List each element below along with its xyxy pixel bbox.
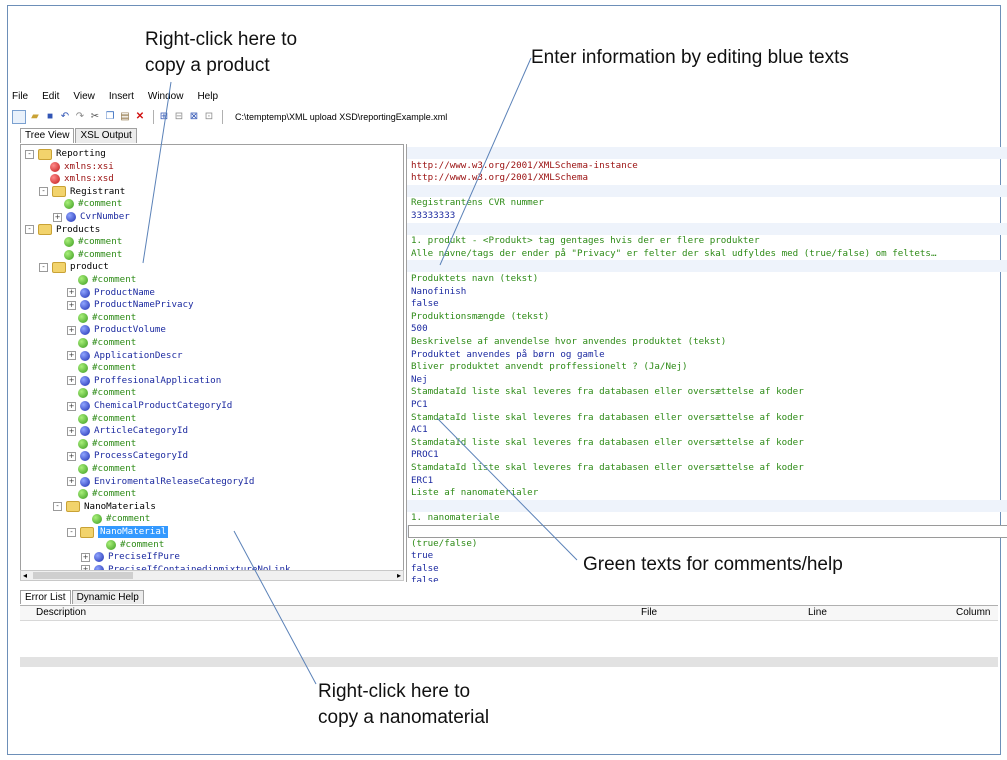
callout-lines bbox=[142, 57, 578, 685]
pointer-line-product bbox=[142, 81, 172, 264]
pointer-line-green bbox=[436, 417, 578, 561]
pointer-line-edit bbox=[439, 57, 532, 266]
pointer-line-nano bbox=[233, 530, 317, 685]
